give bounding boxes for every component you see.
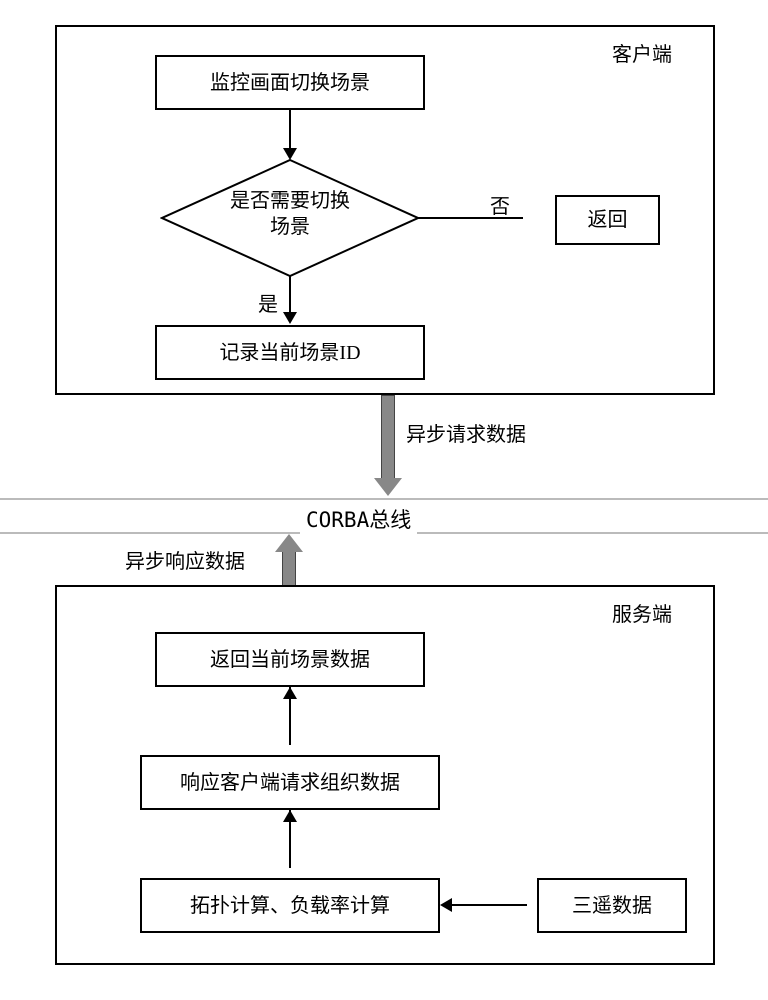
node-return-scene-text: 返回当前场景数据 [210,647,370,673]
bus-line-top [0,498,768,500]
arrow-yes-head [283,312,297,324]
node-respond-client-text: 响应客户端请求组织数据 [180,770,400,796]
arrow-telemetry-head [440,898,452,912]
node-record-id-text: 记录当前场景ID [219,340,360,366]
node-return-text: 返回 [588,207,628,233]
decision-text: 是否需要切换 场景 [220,188,360,240]
decision-no-label: 否 [490,190,510,219]
arrow-1 [289,110,291,150]
async-request-label: 异步请求数据 [406,418,526,447]
node-topology: 拓扑计算、负载率计算 [140,878,440,933]
arrow-telemetry [452,904,527,906]
node-telemetry-text: 三遥数据 [572,893,652,919]
async-request-arrow [381,395,395,480]
arrow-yes [289,276,291,314]
arrow-s2-head [283,687,297,699]
node-monitor-scene-text: 监控画面切换场景 [210,70,370,96]
node-telemetry: 三遥数据 [537,878,687,933]
async-response-arrow-head [275,534,303,552]
server-title: 服务端 [612,598,672,627]
node-monitor-scene: 监控画面切换场景 [155,55,425,110]
node-record-id: 记录当前场景ID [155,325,425,380]
client-title: 客户端 [612,38,672,67]
node-topology-text: 拓扑计算、负载率计算 [190,893,390,919]
bus-label: CORBA总线 [300,504,417,534]
arrow-s1-head [283,810,297,822]
node-return-scene: 返回当前场景数据 [155,632,425,687]
async-request-arrow-head [374,478,402,496]
node-return: 返回 [555,195,660,245]
node-respond-client: 响应客户端请求组织数据 [140,755,440,810]
async-response-label: 异步响应数据 [125,545,245,574]
decision-yes-label: 是 [258,288,278,317]
